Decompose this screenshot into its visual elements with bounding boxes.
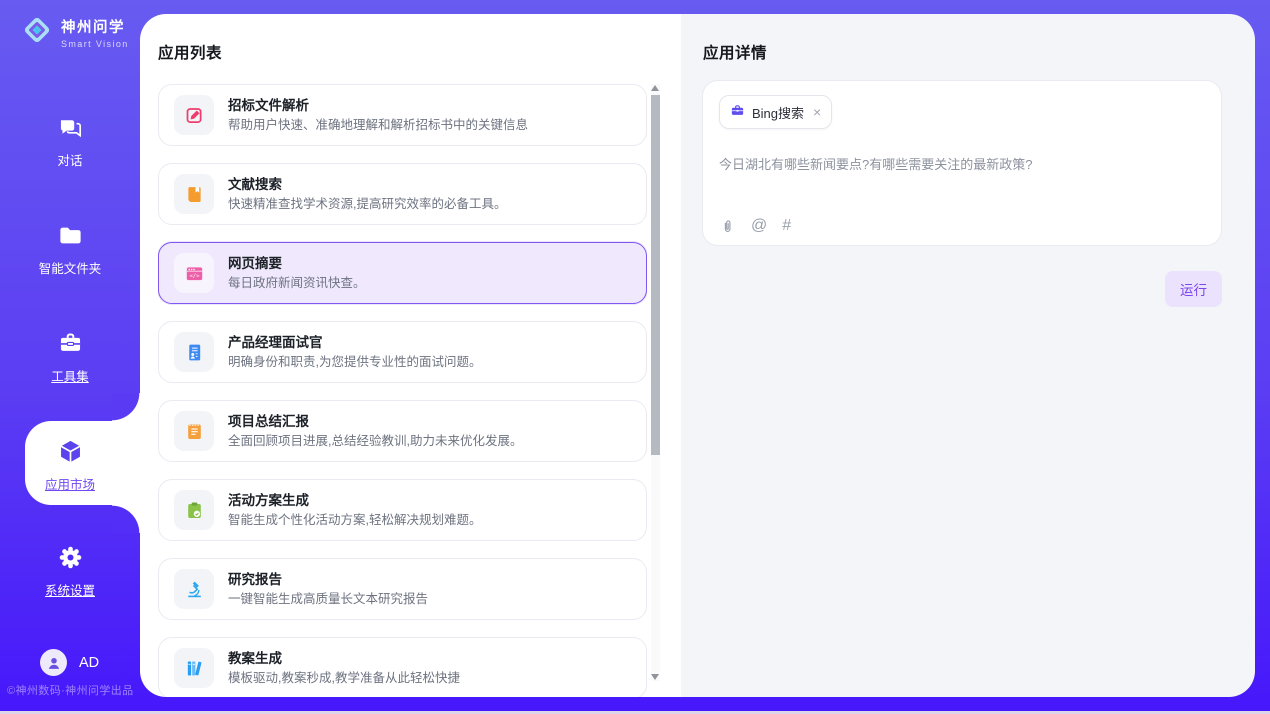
user-account[interactable]: AD	[40, 649, 99, 676]
avatar	[40, 649, 67, 676]
sidebar-item-app-market[interactable]: 应用市场	[0, 438, 140, 493]
brand-name: 神州问学	[61, 16, 129, 37]
sidebar-item-tools[interactable]: 工具集	[0, 330, 140, 385]
paperclip-icon[interactable]	[719, 218, 736, 235]
app-card-description: 模板驱动,教案秒成,教学准备从此轻松快捷	[228, 672, 460, 685]
app-card-title: 网页摘要	[228, 257, 366, 271]
book-icon	[174, 174, 214, 214]
scroll-up-icon[interactable]	[651, 85, 659, 91]
interviewer-icon	[174, 332, 214, 372]
app-list: 招标文件解析帮助用户快速、准确地理解和解析招标书中的关键信息文献搜索快速精准查找…	[158, 84, 647, 697]
app-detail-panel: 应用详情 Bing搜索 × 今日湖北有哪些新闻要点?有哪些需要关注的最新政策? …	[681, 14, 1255, 697]
composer-toolbar: @#	[719, 217, 791, 235]
app-card-description: 帮助用户快速、准确地理解和解析招标书中的关键信息	[228, 119, 528, 132]
chip-close-icon[interactable]: ×	[813, 104, 821, 120]
app-detail-title: 应用详情	[703, 41, 767, 63]
briefcase-icon	[730, 103, 745, 121]
brand-diamond-icon	[20, 13, 54, 52]
folder-icon	[57, 236, 84, 253]
app-card[interactable]: 招标文件解析帮助用户快速、准确地理解和解析招标书中的关键信息	[158, 84, 647, 146]
app-card-description: 智能生成个性化活动方案,轻松解决规划难题。	[228, 514, 481, 527]
app-card[interactable]: 产品经理面试官明确身份和职责,为您提供专业性的面试问题。	[158, 321, 647, 383]
toolbox-icon	[57, 344, 84, 361]
app-card-description: 一键智能生成高质量长文本研究报告	[228, 593, 428, 606]
run-button[interactable]: 运行	[1165, 271, 1222, 307]
tool-chip-label: Bing搜索	[752, 103, 804, 122]
app-card-title: 产品经理面试官	[228, 336, 481, 350]
app-card-title: 招标文件解析	[228, 99, 528, 113]
research-icon	[174, 569, 214, 609]
cube-icon	[57, 452, 84, 469]
app-window: 神州问学 Smart Vision 对话智能文件夹工具集应用市场系统设置 AD …	[0, 0, 1270, 714]
app-card-title: 活动方案生成	[228, 494, 481, 508]
composer-card: Bing搜索 × 今日湖北有哪些新闻要点?有哪些需要关注的最新政策? @#	[702, 80, 1222, 246]
app-card-description: 明确身份和职责,为您提供专业性的面试问题。	[228, 356, 481, 369]
chat-icon	[57, 128, 84, 145]
content-window: 应用列表 招标文件解析帮助用户快速、准确地理解和解析招标书中的关键信息文献搜索快…	[140, 14, 1255, 697]
sidebar-item-label: 智能文件夹	[0, 258, 140, 277]
sidebar-item-chat[interactable]: 对话	[0, 114, 140, 169]
books-icon	[174, 648, 214, 688]
app-card-description: 快速精准查找学术资源,提高研究效率的必备工具。	[228, 198, 506, 211]
sidebar-item-label: 应用市场	[0, 474, 140, 493]
app-card-title: 项目总结汇报	[228, 415, 522, 429]
app-card[interactable]: 文献搜索快速精准查找学术资源,提高研究效率的必备工具。	[158, 163, 647, 225]
user-initials: AD	[79, 655, 99, 671]
app-card-description: 每日政府新闻资讯快查。	[228, 277, 366, 290]
web-code-icon: </>	[174, 253, 214, 293]
app-card-title: 教案生成	[228, 652, 460, 666]
hash-icon[interactable]: #	[782, 217, 791, 235]
svg-text:</>: </>	[189, 273, 200, 279]
brand-logo: 神州问学 Smart Vision	[20, 13, 129, 52]
plan-check-icon	[174, 490, 214, 530]
tool-chip[interactable]: Bing搜索 ×	[719, 95, 832, 129]
app-list-title: 应用列表	[158, 41, 222, 63]
bid-edit-icon	[174, 95, 214, 135]
sidebar-item-label: 工具集	[0, 366, 140, 385]
sidebar-item-label: 系统设置	[0, 580, 140, 599]
app-card-description: 全面回顾项目进展,总结经验教训,助力未来优化发展。	[228, 435, 522, 448]
app-card[interactable]: 研究报告一键智能生成高质量长文本研究报告	[158, 558, 647, 620]
scrollbar-track[interactable]	[651, 84, 660, 681]
app-list-panel: 应用列表 招标文件解析帮助用户快速、准确地理解和解析招标书中的关键信息文献搜索快…	[140, 14, 681, 697]
sidebar: 神州问学 Smart Vision 对话智能文件夹工具集应用市场系统设置 AD …	[0, 0, 140, 711]
brand-tagline: Smart Vision	[61, 39, 129, 49]
gear-icon	[57, 558, 84, 575]
sidebar-item-settings[interactable]: 系统设置	[0, 544, 140, 599]
sidebar-item-folders[interactable]: 智能文件夹	[0, 222, 140, 277]
app-card-title: 文献搜索	[228, 178, 506, 192]
query-text[interactable]: 今日湖北有哪些新闻要点?有哪些需要关注的最新政策?	[719, 154, 1205, 173]
at-icon[interactable]: @	[751, 217, 767, 235]
app-card[interactable]: 项目总结汇报全面回顾项目进展,总结经验教训,助力未来优化发展。	[158, 400, 647, 462]
scrollbar-thumb[interactable]	[651, 95, 660, 455]
app-card[interactable]: </> 网页摘要每日政府新闻资讯快查。	[158, 242, 647, 304]
scroll-down-icon[interactable]	[651, 674, 659, 680]
sidebar-item-label: 对话	[0, 150, 140, 169]
summary-icon	[174, 411, 214, 451]
app-card-title: 研究报告	[228, 573, 428, 587]
app-card[interactable]: 教案生成模板驱动,教案秒成,教学准备从此轻松快捷	[158, 637, 647, 697]
copyright-text: ©神州数码·神州问学出品	[7, 682, 134, 698]
app-card[interactable]: 活动方案生成智能生成个性化活动方案,轻松解决规划难题。	[158, 479, 647, 541]
